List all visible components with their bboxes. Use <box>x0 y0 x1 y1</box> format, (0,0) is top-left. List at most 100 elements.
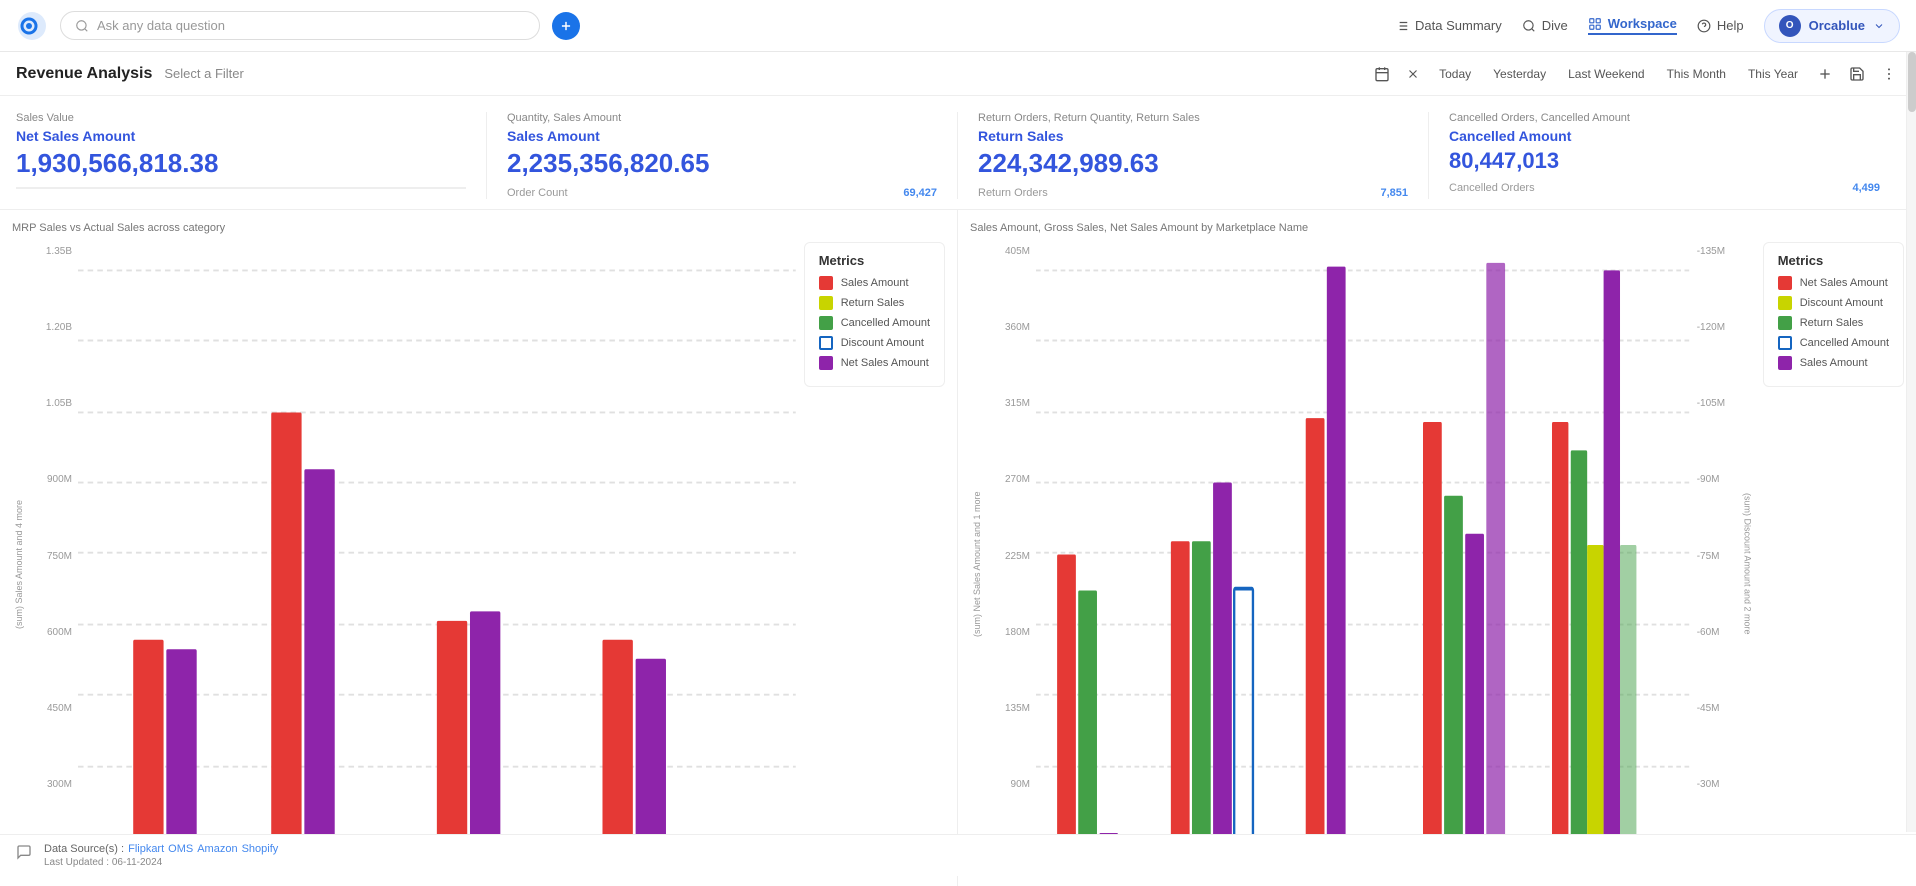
nav-data-summary-label: Data Summary <box>1415 18 1502 33</box>
nav-workspace[interactable]: Workspace <box>1588 16 1677 35</box>
help-icon <box>1697 19 1711 33</box>
metric-cancelled-value: 80,447,013 <box>1449 148 1880 174</box>
legend-sales-amount: Sales Amount <box>819 276 930 290</box>
user-avatar: O <box>1779 15 1801 37</box>
add-filter-btn[interactable] <box>1814 63 1836 85</box>
workspace-icon <box>1588 17 1602 31</box>
close-filter-btn[interactable] <box>1403 64 1423 84</box>
metrics-row: Sales Value Net Sales Amount 1,930,566,8… <box>0 96 1916 210</box>
legend-dot-discount <box>819 336 833 350</box>
app-logo[interactable] <box>16 10 48 42</box>
chart1-panel: MRP Sales vs Actual Sales across categor… <box>0 210 958 886</box>
metric-return-sub-label: Return Orders <box>978 187 1048 199</box>
legend-net-sales: Net Sales Amount <box>819 356 930 370</box>
legend2-dot-sales <box>1778 356 1792 370</box>
legend-cancelled-amount: Cancelled Amount <box>819 316 930 330</box>
page-title: Revenue Analysis <box>16 65 152 83</box>
metric-sales-label: Quantity, Sales Amount <box>507 112 937 124</box>
legend-dot-net <box>819 356 833 370</box>
metric-net-sales-title: Net Sales Amount <box>16 128 466 144</box>
filter-bar: Revenue Analysis Select a Filter Today Y… <box>0 52 1916 96</box>
search-bar[interactable]: Ask any data question <box>60 11 540 40</box>
legend-dot-sales <box>819 276 833 290</box>
nav-help[interactable]: Help <box>1697 18 1744 33</box>
metric-return-title: Return Sales <box>978 128 1408 144</box>
date-this-month[interactable]: This Month <box>1661 64 1732 84</box>
chart2-legend: Metrics Net Sales Amount Discount Amount… <box>1763 242 1904 387</box>
metric-cancelled-title: Cancelled Amount <box>1449 128 1880 144</box>
date-last-weekend[interactable]: Last Weekend <box>1562 64 1651 84</box>
source-amazon[interactable]: Amazon <box>197 843 237 855</box>
chart2-svg <box>1036 242 1693 886</box>
legend2-discount: Discount Amount <box>1778 296 1889 310</box>
nav-workspace-label: Workspace <box>1608 16 1677 31</box>
date-today[interactable]: Today <box>1433 64 1477 84</box>
metric-return-sales: Return Orders, Return Quantity, Return S… <box>958 112 1429 199</box>
calendar-icon-btn[interactable] <box>1371 63 1393 85</box>
chart2-y-axis-right: -135M -120M -105M -90M -75M -60M -45M -3… <box>1693 242 1741 886</box>
legend2-dot-net <box>1778 276 1792 290</box>
nav-help-label: Help <box>1717 18 1744 33</box>
source-oms[interactable]: OMS <box>168 843 193 855</box>
chart1-legend: Metrics Sales Amount Return Sales Cancel… <box>804 242 945 387</box>
user-name: Orcablue <box>1809 18 1865 33</box>
metric-return-order-count: 7,851 <box>1380 187 1408 199</box>
legend-dot-return <box>819 296 833 310</box>
source-flipkart[interactable]: Flipkart <box>128 843 164 855</box>
chart1-legend-title: Metrics <box>819 253 930 268</box>
legend2-net-sales: Net Sales Amount <box>1778 276 1889 290</box>
metric-sales-amount: Quantity, Sales Amount Sales Amount 2,23… <box>487 112 958 199</box>
metric-return-sub: Return Orders 7,851 <box>978 187 1408 199</box>
save-btn[interactable] <box>1846 63 1868 85</box>
nav-dive-label: Dive <box>1542 18 1568 33</box>
source-shopify[interactable]: Shopify <box>242 843 279 855</box>
bottom-bar: Data Source(s) : Flipkart OMS Amazon Sho… <box>0 834 1916 876</box>
charts-area: MRP Sales vs Actual Sales across categor… <box>0 210 1916 886</box>
metric-sales-sub-label: Order Count <box>507 187 568 199</box>
nav-dive[interactable]: Dive <box>1522 18 1568 33</box>
metric-cancelled-sub-label: Cancelled Orders <box>1449 182 1535 194</box>
legend2-dot-cancelled <box>1778 336 1792 350</box>
page-scrollbar[interactable] <box>1906 52 1916 832</box>
nav-data-summary[interactable]: Data Summary <box>1395 18 1502 33</box>
metric-sales-order-count: 69,427 <box>903 187 937 199</box>
chart2-body <box>1036 242 1693 886</box>
chart2-panel: Sales Amount, Gross Sales, Net Sales Amo… <box>958 210 1916 886</box>
user-menu[interactable]: O Orcablue <box>1764 9 1900 43</box>
last-updated: Last Updated : 06-11-2024 <box>44 857 278 868</box>
metric-cancelled-label: Cancelled Orders, Cancelled Amount <box>1449 112 1880 124</box>
chart2-legend-title: Metrics <box>1778 253 1889 268</box>
search-icon <box>75 19 89 33</box>
legend2-sales: Sales Amount <box>1778 356 1889 370</box>
dive-icon <box>1522 19 1536 33</box>
legend2-return: Return Sales <box>1778 316 1889 330</box>
chart2-title: Sales Amount, Gross Sales, Net Sales Amo… <box>970 222 1904 234</box>
legend2-cancelled: Cancelled Amount <box>1778 336 1889 350</box>
metric-cancelled-sub: Cancelled Orders 4,499 <box>1449 182 1880 194</box>
legend-dot-cancelled <box>819 316 833 330</box>
legend2-dot-discount <box>1778 296 1792 310</box>
search-placeholder: Ask any data question <box>97 18 225 33</box>
more-options-btn[interactable] <box>1878 63 1900 85</box>
bottom-info: Data Source(s) : Flipkart OMS Amazon Sho… <box>44 843 278 868</box>
date-this-year[interactable]: This Year <box>1742 64 1804 84</box>
chart1-title: MRP Sales vs Actual Sales across categor… <box>12 222 945 234</box>
add-button[interactable] <box>552 12 580 40</box>
filter-select[interactable]: Select a Filter <box>164 66 243 81</box>
metric-sales-title: Sales Amount <box>507 128 937 144</box>
metric-net-sales-label: Sales Value <box>16 112 466 124</box>
date-yesterday[interactable]: Yesterday <box>1487 64 1552 84</box>
chart2-y-axis-left: 405M 360M 315M 270M 225M 180M 135M 90M 4… <box>984 242 1036 886</box>
legend-return-sales: Return Sales <box>819 296 930 310</box>
chart2-y-label-left: (sum) Net Sales Amount and 1 more <box>970 242 984 886</box>
scroll-thumb[interactable] <box>1908 52 1916 112</box>
legend-discount-amount: Discount Amount <box>819 336 930 350</box>
top-navigation: Ask any data question Data Summary Dive … <box>0 0 1916 52</box>
chevron-down-icon <box>1873 20 1885 32</box>
nav-right: Data Summary Dive Workspace Help O Orcab… <box>1395 9 1900 43</box>
data-source-icon <box>16 844 32 860</box>
filter-right: Today Yesterday Last Weekend This Month … <box>1371 63 1900 85</box>
chart2-y-label-right: (sum) Discount Amount and 2 more <box>1741 242 1755 886</box>
sources-label: Data Source(s) : <box>44 843 124 855</box>
data-sources-row: Data Source(s) : Flipkart OMS Amazon Sho… <box>44 843 278 855</box>
